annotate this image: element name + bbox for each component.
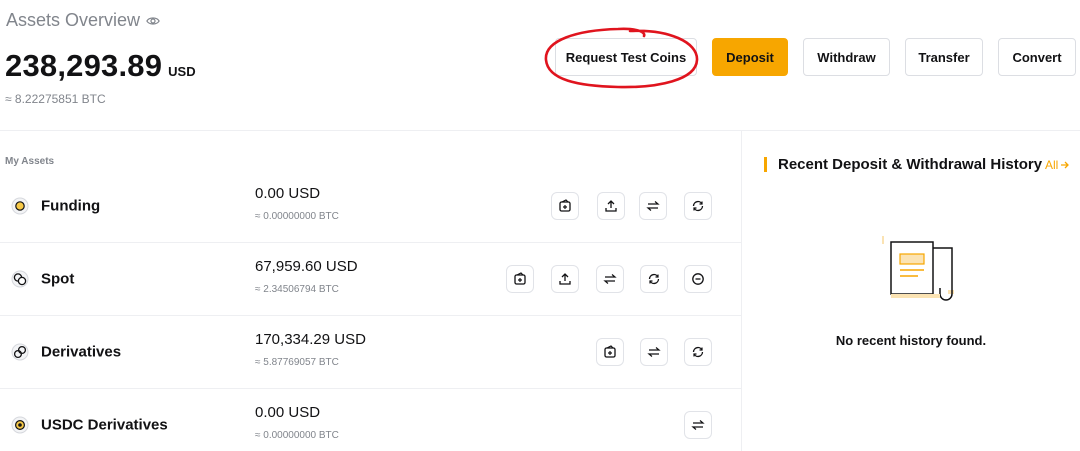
convert-cycle-icon xyxy=(648,273,660,284)
asset-name: Spot xyxy=(41,270,75,287)
asset-btc-value: ≈ 0.00000000 BTC xyxy=(255,430,339,441)
assets-overview-title: Assets Overview xyxy=(6,10,160,31)
convert-button[interactable]: Convert xyxy=(998,38,1076,76)
deposit-wallet-icon xyxy=(514,271,526,285)
transfer-icon-button[interactable] xyxy=(684,410,712,439)
more-circle-icon xyxy=(692,272,704,285)
asset-row-funding: Funding 0.00 USD ≈ 0.00000000 BTC xyxy=(0,169,741,242)
asset-btc-value: ≈ 5.87769057 BTC xyxy=(255,357,339,368)
history-accent-bar xyxy=(764,157,767,172)
transfer-arrows-icon xyxy=(647,346,661,357)
usdc-coin-icon xyxy=(11,416,29,433)
asset-usd-value: 170,334.29 USD xyxy=(255,331,366,348)
transfer-icon-button[interactable] xyxy=(640,337,668,366)
withdraw-icon-button[interactable] xyxy=(551,264,579,293)
deposit-icon-button[interactable] xyxy=(551,191,579,220)
history-all-label: All xyxy=(1045,158,1059,172)
spot-coins-icon xyxy=(11,270,29,287)
deposit-icon-button[interactable] xyxy=(506,264,534,293)
assets-overview-label: Assets Overview xyxy=(6,10,141,30)
convert-icon-button[interactable] xyxy=(684,337,712,366)
total-balance: 238,293.89 USD xyxy=(5,48,196,84)
asset-row-spot: Spot 67,959.60 USD ≈ 2.34506794 BTC xyxy=(0,242,741,315)
convert-cycle-icon xyxy=(692,200,704,211)
asset-name: Funding xyxy=(41,197,101,214)
asset-usd-value: 0.00 USD xyxy=(255,404,321,421)
convert-icon-button[interactable] xyxy=(684,191,712,220)
request-test-coins-button[interactable]: Request Test Coins xyxy=(555,38,697,76)
history-all-link[interactable]: All xyxy=(1045,158,1070,172)
convert-cycle-icon xyxy=(692,346,704,357)
deposit-button[interactable]: Deposit xyxy=(712,38,788,76)
deposit-icon-button[interactable] xyxy=(596,337,624,366)
total-balance-unit: USD xyxy=(168,64,196,79)
upload-icon xyxy=(605,199,617,212)
history-empty-text: No recent history found. xyxy=(835,333,987,348)
asset-name: Derivatives xyxy=(41,343,122,360)
withdraw-icon-button[interactable] xyxy=(597,191,625,220)
asset-row-derivatives: Derivatives 170,334.29 USD ≈ 5.87769057 … xyxy=(0,315,741,388)
funding-coin-icon xyxy=(11,197,29,214)
history-title: Recent Deposit & Withdrawal History xyxy=(778,156,1043,173)
total-balance-btc: ≈ 8.22275851 BTC xyxy=(5,92,106,106)
asset-row-usdc-derivatives: USDC Derivatives 0.00 USD ≈ 0.00000000 B… xyxy=(0,388,741,451)
transfer-icon-button[interactable] xyxy=(596,264,624,293)
asset-usd-value: 0.00 USD xyxy=(255,185,321,202)
transfer-arrows-icon xyxy=(603,273,617,284)
transfer-icon-button[interactable] xyxy=(639,191,667,220)
asset-usd-value: 67,959.60 USD xyxy=(255,258,358,275)
more-icon-button[interactable] xyxy=(684,264,712,293)
deposit-wallet-icon xyxy=(559,198,571,212)
transfer-arrows-icon xyxy=(691,419,705,430)
column-divider xyxy=(741,130,742,451)
asset-name: USDC Derivatives xyxy=(41,416,168,433)
transfer-button[interactable]: Transfer xyxy=(905,38,983,76)
upload-icon xyxy=(559,272,571,285)
convert-icon-button[interactable] xyxy=(640,264,668,293)
section-divider xyxy=(0,130,1080,131)
transfer-arrows-icon xyxy=(646,200,660,211)
total-balance-value: 238,293.89 xyxy=(5,48,163,83)
my-assets-label: My Assets xyxy=(5,156,55,167)
empty-history-illustration xyxy=(882,236,954,301)
derivatives-rings-icon xyxy=(11,343,29,360)
deposit-wallet-icon xyxy=(604,344,616,358)
arrow-right-icon xyxy=(1061,161,1070,169)
asset-btc-value: ≈ 2.34506794 BTC xyxy=(255,284,339,295)
eye-icon[interactable] xyxy=(146,14,160,28)
asset-btc-value: ≈ 0.00000000 BTC xyxy=(255,211,339,222)
withdraw-button[interactable]: Withdraw xyxy=(803,38,890,76)
